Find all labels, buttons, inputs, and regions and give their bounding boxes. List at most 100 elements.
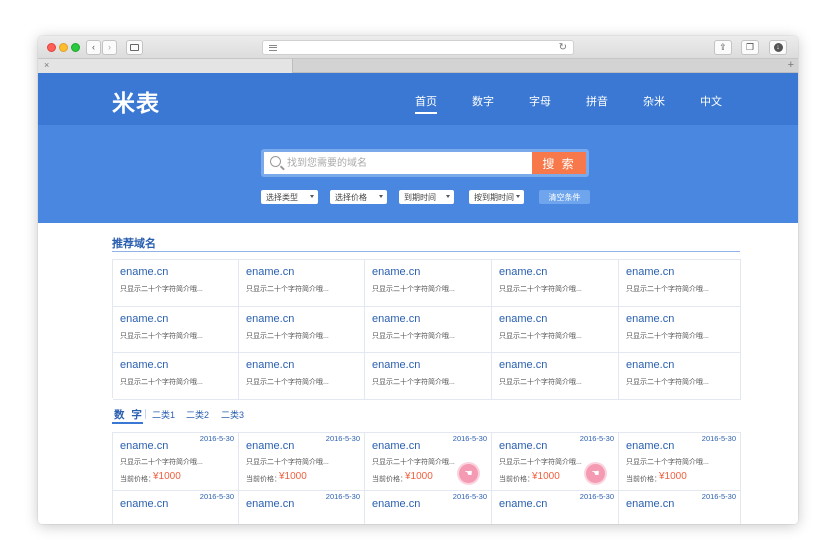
listing-date: 2016-5-30: [199, 434, 234, 443]
sidebar-icon: [130, 44, 139, 51]
domain-card[interactable]: ename.cn 只显示二十个字符简介哦...: [492, 306, 619, 353]
nav-pinyin[interactable]: 拼音: [586, 93, 608, 109]
hand-badge-icon[interactable]: ☚: [586, 464, 605, 483]
nav-numbers[interactable]: 数字: [472, 93, 494, 109]
domain-link[interactable]: ename.cn: [372, 440, 420, 452]
domain-link[interactable]: ename.cn: [372, 359, 420, 371]
new-tab-icon[interactable]: +: [788, 59, 794, 71]
browser-window: ‹ › ↻ ⇪ ❐ ↓ × + 米表 首页 数字 字母 拼音 杂米 中文 找到您…: [38, 36, 798, 524]
domain-card[interactable]: ename.cn 只显示二十个字符简介哦...: [113, 260, 239, 307]
domain-link[interactable]: ename.cn: [372, 266, 420, 278]
domain-card[interactable]: ename.cn 只显示二十个字符简介哦...: [365, 306, 492, 353]
listing-card[interactable]: 2016-5-30 ename.cn: [239, 491, 365, 524]
domain-description: 只显示二十个字符简介哦...: [120, 332, 203, 340]
domain-link[interactable]: ename.cn: [120, 440, 168, 452]
domain-card[interactable]: ename.cn 只显示二十个字符简介哦...: [492, 260, 619, 307]
close-window-button[interactable]: [47, 43, 56, 52]
listing-card[interactable]: 2016-5-30 ename.cn: [365, 491, 492, 524]
domain-card[interactable]: ename.cn 只显示二十个字符简介哦...: [365, 353, 492, 400]
caret-down-icon: [310, 195, 314, 198]
domain-link[interactable]: ename.cn: [626, 266, 674, 278]
price-value: ¥1000: [153, 471, 181, 482]
domain-link[interactable]: ename.cn: [626, 498, 674, 510]
listing-card[interactable]: 2016-5-30 ename.cn: [492, 491, 619, 524]
domain-link[interactable]: ename.cn: [499, 313, 547, 325]
tab-subcat-1[interactable]: 二类1: [152, 408, 175, 421]
domain-card[interactable]: ename.cn 只显示二十个字符简介哦...: [113, 306, 239, 353]
domain-link[interactable]: ename.cn: [120, 359, 168, 371]
domain-link[interactable]: ename.cn: [499, 498, 547, 510]
tab-subcat-3[interactable]: 二类3: [221, 408, 244, 421]
listing-card[interactable]: 2016-5-30 ename.cn 只显示二十个字符简介哦... 当前价格： ¥100…: [365, 433, 492, 491]
domain-link[interactable]: ename.cn: [626, 440, 674, 452]
listing-date: 2016-5-30: [579, 434, 614, 443]
domain-link[interactable]: ename.cn: [120, 266, 168, 278]
nav-misc[interactable]: 杂米: [643, 93, 665, 109]
domain-link[interactable]: ename.cn: [120, 498, 168, 510]
domain-card[interactable]: ename.cn 只显示二十个字符简介哦...: [239, 260, 365, 307]
search-input[interactable]: [287, 154, 527, 172]
listing-grid: 2016-5-30 ename.cn 只显示二十个字符简介哦... 当前价格： ¥100…: [112, 432, 741, 524]
listing-card[interactable]: 2016-5-30 ename.cn 只显示二十个字符简介哦... 当前价格： ¥100…: [619, 433, 741, 491]
domain-link[interactable]: ename.cn: [246, 266, 294, 278]
domain-description: 只显示二十个字符简介哦...: [499, 286, 582, 293]
downloads-button[interactable]: ↓: [769, 40, 787, 55]
listing-date: 2016-5-30: [325, 434, 360, 443]
filter-expiry-label: 到期时间: [404, 192, 436, 202]
domain-link[interactable]: ename.cn: [120, 313, 168, 325]
tabs-overview-button[interactable]: ❐: [741, 40, 759, 55]
domain-card[interactable]: ename.cn 只显示二十个字符简介哦...: [619, 260, 741, 307]
nav-letters[interactable]: 字母: [529, 93, 551, 109]
domain-link[interactable]: ename.cn: [499, 266, 547, 278]
domain-card[interactable]: ename.cn 只显示二十个字符简介哦...: [619, 306, 741, 353]
filter-price-select[interactable]: 选择价格: [330, 190, 387, 204]
domain-card[interactable]: ename.cn 只显示二十个字符简介哦...: [239, 353, 365, 400]
reload-icon[interactable]: ↻: [559, 42, 567, 53]
domain-link[interactable]: ename.cn: [246, 440, 294, 452]
domain-link[interactable]: ename.cn: [626, 313, 674, 325]
address-bar[interactable]: ↻: [262, 40, 574, 55]
reader-icon: [269, 45, 277, 51]
domain-link[interactable]: ename.cn: [246, 359, 294, 371]
listing-card[interactable]: 2016-5-30 ename.cn 只显示二十个字符简介哦... 当前价格： ¥100…: [113, 433, 239, 491]
close-tab-icon[interactable]: ×: [44, 60, 49, 70]
domain-card[interactable]: ename.cn 只显示二十个字符简介哦...: [365, 260, 492, 307]
filter-type-select[interactable]: 选择类型: [261, 190, 318, 204]
domain-link[interactable]: ename.cn: [499, 440, 547, 452]
clear-filters-button[interactable]: 清空条件: [539, 190, 590, 204]
download-icon: ↓: [773, 43, 783, 52]
caret-down-icon: [379, 195, 383, 198]
domain-card[interactable]: ename.cn 只显示二十个字符简介哦...: [113, 353, 239, 400]
sidebar-toggle-button[interactable]: [126, 40, 143, 55]
search-button[interactable]: 搜 索: [532, 152, 586, 174]
forward-button[interactable]: ›: [102, 40, 117, 55]
back-button[interactable]: ‹: [86, 40, 101, 55]
listing-card[interactable]: 2016-5-30 ename.cn: [619, 491, 741, 524]
domain-link[interactable]: ename.cn: [372, 498, 420, 510]
listing-card[interactable]: 2016-5-30 ename.cn 只显示二十个字符简介哦... 当前价格： ¥100…: [239, 433, 365, 491]
sort-expiry-select[interactable]: 按到期时间: [469, 190, 524, 204]
domain-card[interactable]: ename.cn 只显示二十个字符简介哦...: [239, 306, 365, 353]
listing-date: 2016-5-30: [452, 492, 487, 501]
tab-numbers[interactable]: 数 字: [114, 407, 144, 422]
share-button[interactable]: ⇪: [714, 40, 732, 55]
listing-card[interactable]: 2016-5-30 ename.cn: [113, 491, 239, 524]
domain-link[interactable]: ename.cn: [372, 313, 420, 325]
hand-badge-icon[interactable]: ☚: [459, 464, 478, 483]
nav-home[interactable]: 首页: [415, 93, 437, 114]
search-box: 搜 索: [261, 149, 589, 177]
zoom-window-button[interactable]: [71, 43, 80, 52]
site-logo[interactable]: 米表: [112, 84, 160, 118]
minimize-window-button[interactable]: [59, 43, 68, 52]
domain-link[interactable]: ename.cn: [246, 498, 294, 510]
listing-card[interactable]: 2016-5-30 ename.cn 只显示二十个字符简介哦... 当前价格： ¥100…: [492, 433, 619, 491]
filter-expiry-select[interactable]: 到期时间: [399, 190, 454, 204]
domain-card[interactable]: ename.cn 只显示二十个字符简介哦...: [492, 353, 619, 400]
browser-tab[interactable]: ×: [38, 59, 293, 73]
domain-link[interactable]: ename.cn: [626, 359, 674, 371]
domain-card[interactable]: ename.cn 只显示二十个字符简介哦...: [619, 353, 741, 400]
nav-chinese[interactable]: 中文: [700, 93, 722, 109]
tab-subcat-2[interactable]: 二类2: [186, 408, 209, 421]
domain-link[interactable]: ename.cn: [246, 313, 294, 325]
domain-link[interactable]: ename.cn: [499, 359, 547, 371]
